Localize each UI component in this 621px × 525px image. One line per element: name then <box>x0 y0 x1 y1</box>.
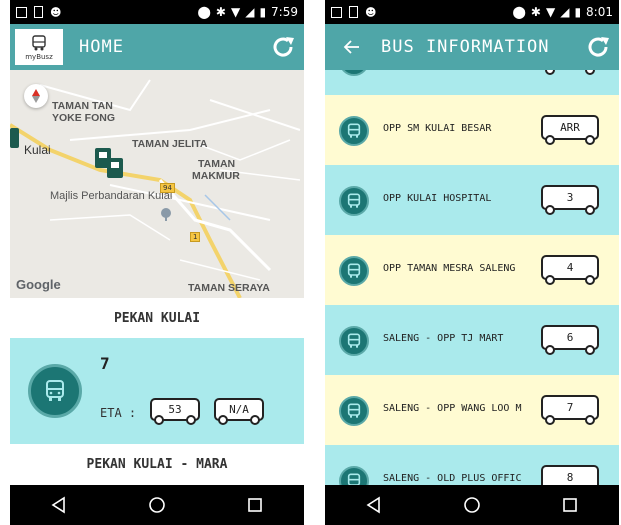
signal-icon: ◢ <box>560 5 570 19</box>
route-badge: 1 <box>190 232 201 242</box>
eta-bus-box: 6 <box>541 325 599 357</box>
bus-stop-marker[interactable] <box>10 128 20 148</box>
eta-bus-box: 3 <box>541 185 599 217</box>
nav-recents-icon[interactable] <box>561 496 579 514</box>
stop-row[interactable]: OPP TAMAN MESRA SALENG 4 <box>325 235 619 305</box>
refresh-icon[interactable] <box>585 34 611 60</box>
map-label: MAKMUR <box>192 170 240 182</box>
signal-icon: ◢ <box>245 5 255 19</box>
android-icon: ☻ <box>50 5 62 19</box>
map-label: TAMAN <box>198 158 236 170</box>
nav-back-icon[interactable] <box>50 496 68 514</box>
stop-name: SALENG - OPP WANG LOO M <box>383 403 522 414</box>
app-logo: myBusz <box>15 29 63 65</box>
back-arrow-icon[interactable] <box>341 36 363 58</box>
sim-icon <box>34 6 43 18</box>
stop-row[interactable] <box>325 70 619 95</box>
eta-bus-box: 7 <box>541 395 599 427</box>
status-bar: ☻ ⬤ ✱ ▼ ◢ ▮ 7:59 <box>10 0 304 24</box>
bus-information-screen: ☻ ⬤ ✱ ▼ ◢ ▮ 8:01 BUS INFORMATION OPP SM … <box>325 0 619 525</box>
bluetooth-icon: ✱ <box>530 5 541 19</box>
eta-bus-box <box>541 70 599 77</box>
nav-recents-icon[interactable] <box>246 496 264 514</box>
battery-icon: ▮ <box>259 5 267 19</box>
bus-icon <box>339 466 369 485</box>
map-label: TAMAN SERAYA <box>188 282 270 294</box>
eta-value: 8 <box>541 465 599 485</box>
battery-icon: ▮ <box>574 5 582 19</box>
bus-icon <box>339 396 369 426</box>
eta-label: ETA : <box>100 406 137 420</box>
app-bar: myBusz HOME <box>10 24 304 70</box>
stop-row[interactable]: OPP KULAI HOSPITAL 3 <box>325 165 619 235</box>
eta-bus-box: N/A <box>214 398 264 430</box>
stop-name: OPP KULAI HOSPITAL <box>383 193 492 204</box>
map-label: TAMAN JELITA <box>132 138 208 150</box>
route-number: 7 <box>100 354 110 373</box>
eta-bus-box: 4 <box>541 255 599 287</box>
stop-row[interactable]: SALENG - OPP WANG LOO M 7 <box>325 375 619 445</box>
map-label: YOKE FONG <box>52 112 116 124</box>
next-stop-title[interactable]: PEKAN KULAI - MARA <box>10 444 304 484</box>
app-bar: BUS INFORMATION <box>325 24 619 70</box>
stop-title: PEKAN KULAI <box>10 298 304 338</box>
stop-name: OPP SM KULAI BESAR <box>383 123 492 134</box>
poi-icon <box>161 208 171 221</box>
location-icon: ⬤ <box>197 5 211 19</box>
stop-name: SALENG - OLD PLUS OFFIC <box>383 473 522 484</box>
location-icon: ⬤ <box>512 5 526 19</box>
bus-stop-list[interactable]: OPP SM KULAI BESAR ARR OPP KULAI HOSPITAL 3… <box>325 70 619 485</box>
stop-row[interactable]: SALENG - OPP TJ MART 6 <box>325 305 619 375</box>
bus-stop-marker[interactable] <box>94 148 134 184</box>
android-icon: ☻ <box>365 5 377 19</box>
google-logo: Google <box>16 277 61 292</box>
map-label: Majlis Perbandaran Kulai <box>50 190 173 202</box>
bus-icon <box>339 326 369 356</box>
bus-icon <box>339 256 369 286</box>
status-time: 8:01 <box>586 5 613 19</box>
stop-row[interactable]: OPP SM KULAI BESAR ARR <box>325 95 619 165</box>
nav-bar <box>10 485 304 525</box>
stop-name: SALENG - OPP TJ MART <box>383 333 504 344</box>
screenshot-icon <box>331 6 342 18</box>
page-title: HOME <box>79 37 124 57</box>
stop-row[interactable]: SALENG - OLD PLUS OFFIC 8 <box>325 445 619 485</box>
bus-icon <box>339 186 369 216</box>
nav-bar <box>325 485 619 525</box>
nav-home-icon[interactable] <box>148 496 166 514</box>
compass-icon[interactable] <box>24 84 48 108</box>
bluetooth-icon: ✱ <box>215 5 226 19</box>
status-bar: ☻ ⬤ ✱ ▼ ◢ ▮ 8:01 <box>325 0 619 24</box>
eta-bus-box: ARR <box>541 115 599 147</box>
stop-name: OPP TAMAN MESRA SALENG <box>383 263 516 274</box>
home-screen: ☻ ⬤ ✱ ▼ ◢ ▮ 7:59 myBusz HOME TAMAN TAN Y… <box>10 0 304 525</box>
nav-back-icon[interactable] <box>365 496 383 514</box>
map-label: TAMAN TAN <box>52 100 113 112</box>
logo-text: myBusz <box>25 52 53 61</box>
bus-card[interactable]: 7 ETA : 53 N/A <box>10 338 304 444</box>
status-time: 7:59 <box>271 5 298 19</box>
bus-icon <box>28 364 82 418</box>
wifi-icon: ▼ <box>545 5 556 19</box>
wifi-icon: ▼ <box>230 5 241 19</box>
bus-icon <box>32 34 46 50</box>
page-title: BUS INFORMATION <box>381 37 550 57</box>
sim-icon <box>349 6 358 18</box>
refresh-icon[interactable] <box>270 34 296 60</box>
map-view[interactable]: TAMAN TAN YOKE FONG TAMAN JELITA Kulai T… <box>10 70 304 298</box>
eta-bus-box: 8 <box>541 465 599 485</box>
bus-icon <box>339 116 369 146</box>
eta-bus-box: 53 <box>150 398 200 430</box>
nav-home-icon[interactable] <box>463 496 481 514</box>
screenshot-icon <box>16 6 27 18</box>
route-badge: 94 <box>160 183 175 193</box>
map-label: Kulai <box>24 143 51 157</box>
bus-icon <box>339 70 369 76</box>
